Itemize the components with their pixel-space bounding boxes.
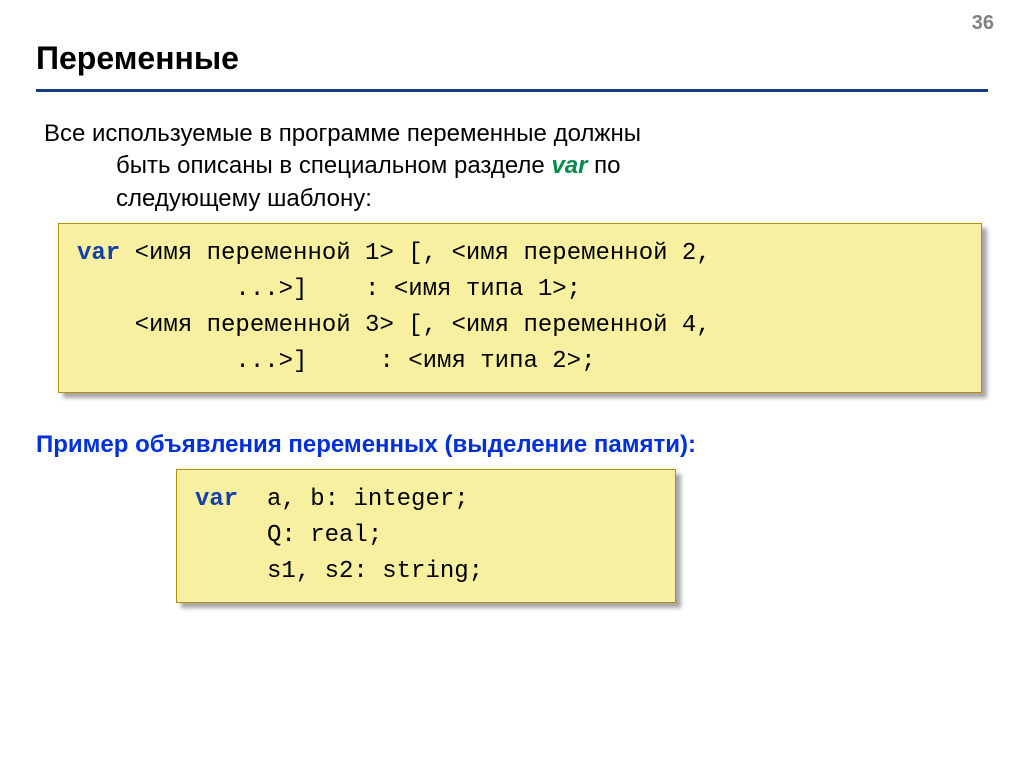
intro-paragraph: Все используемые в программе переменные … [44, 118, 988, 215]
code-template-box: var <имя переменной 1> [, <имя переменно… [58, 223, 982, 393]
code-line-3: <имя переменной 3> [, <имя переменной 4, [77, 312, 711, 339]
page-number: 36 [972, 12, 994, 35]
code-line-2: ...>] : <имя типа 1>; [77, 276, 581, 303]
code2-line-3: s1, s2: string; [195, 558, 483, 585]
code-line-4: ...>] : <имя типа 2>; [77, 348, 595, 375]
slide-title: Переменные [36, 40, 988, 77]
title-divider [36, 89, 988, 92]
code-line-1: <имя переменной 1> [, <имя переменной 2, [120, 240, 711, 267]
intro-line-1: Все используемые в программе переменные … [44, 118, 988, 150]
intro-line-2: быть описаны в специальном разделе var п… [44, 150, 988, 182]
example-subtitle: Пример объявления переменных (выделение … [36, 431, 988, 459]
var-keyword: var [551, 152, 587, 179]
code-example-box: var a, b: integer; Q: real; s1, s2: stri… [176, 469, 676, 603]
intro-line-2-post: по [588, 152, 621, 179]
code2-line-1: a, b: integer; [238, 486, 468, 513]
code-keyword-var: var [77, 240, 120, 267]
code2-line-2: Q: real; [195, 522, 382, 549]
intro-line-3: следующему шаблону: [44, 183, 988, 215]
intro-line-2-pre: быть описаны в специальном разделе [116, 152, 551, 179]
code-keyword-var-2: var [195, 486, 238, 513]
